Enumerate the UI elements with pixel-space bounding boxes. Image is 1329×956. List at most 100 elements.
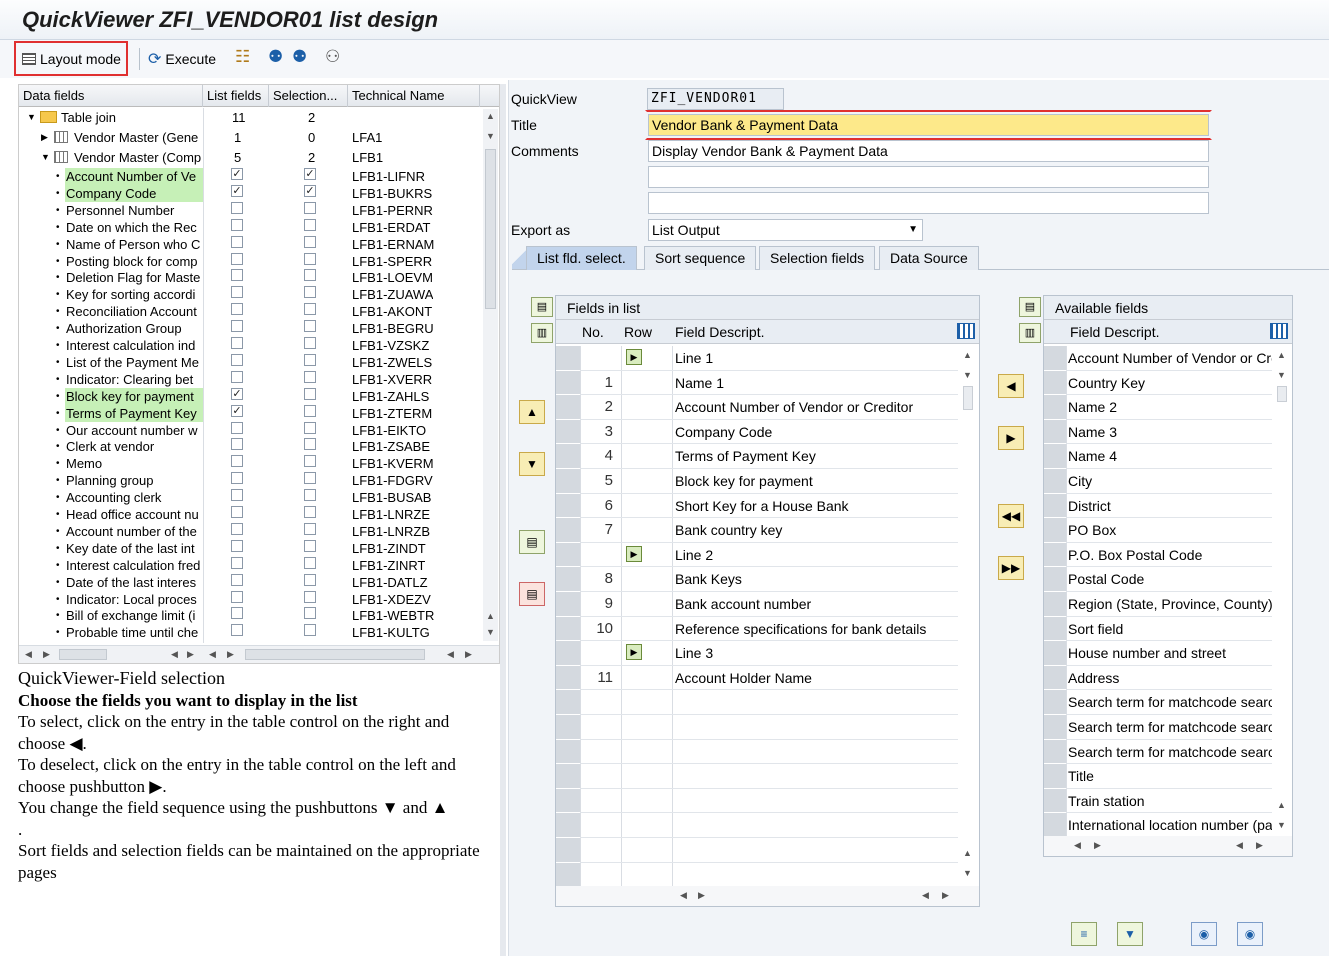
list-field-checkbox[interactable] <box>231 455 243 468</box>
list-field-checkbox[interactable] <box>231 522 243 535</box>
fields-in-list-row[interactable]: 8 Bank Keys <box>580 567 958 592</box>
fields-in-list-row[interactable]: ▶ Line 2 <box>580 543 958 568</box>
tree-field-row[interactable]: • Key date of the last int LFB1-ZINDT <box>19 539 481 557</box>
scroll-left-icon[interactable]: ◀ <box>1236 840 1243 851</box>
splitter[interactable] <box>500 84 506 956</box>
delete-line-button[interactable]: ▤ <box>519 582 545 606</box>
col-technical-name[interactable]: Technical Name <box>348 85 480 107</box>
row-selector[interactable] <box>556 616 580 642</box>
fields-in-list-row[interactable] <box>580 715 958 740</box>
tree-field-row[interactable]: • Deletion Flag for Maste LFB1-LOEVM <box>19 269 481 286</box>
layout-mode-button[interactable]: Layout mode <box>14 41 128 76</box>
row-selector[interactable] <box>1044 739 1066 765</box>
tree-field-row[interactable]: • Indicator: Local proces LFB1-XDEZV <box>19 590 481 608</box>
table-settings-icon[interactable] <box>1270 323 1288 339</box>
selection-field-checkbox[interactable]: ✓ <box>304 184 316 197</box>
tree-field-row[interactable]: • Block key for payment ✓ LFB1-ZAHLS <box>19 387 481 405</box>
row-selector[interactable] <box>1044 493 1066 519</box>
list-field-checkbox[interactable] <box>231 438 243 451</box>
deselect-all-icon[interactable]: ▥ <box>1019 323 1041 343</box>
selection-field-checkbox[interactable] <box>304 539 316 552</box>
available-field-row[interactable]: House number and street <box>1066 641 1272 666</box>
row-selector[interactable] <box>556 542 580 568</box>
col-no[interactable]: No. <box>582 320 604 344</box>
list-field-checkbox[interactable] <box>231 201 243 214</box>
selection-field-checkbox[interactable] <box>304 472 316 485</box>
scroll-left-icon[interactable]: ◀ <box>171 649 178 660</box>
available-field-row[interactable]: Name 4 <box>1066 444 1272 469</box>
tab-list-fld-select[interactable]: List fld. select. <box>526 246 637 270</box>
available-field-row[interactable]: P.O. Box Postal Code <box>1066 543 1272 568</box>
tree-field-row[interactable]: • Account Number of Ve ✓ ✓ LFB1-LIFNR <box>19 168 481 185</box>
selection-field-checkbox[interactable] <box>304 438 316 451</box>
row-selector[interactable] <box>1044 788 1066 814</box>
share-icon[interactable]: ⚇ <box>325 47 340 67</box>
tree-field-row[interactable]: • Personnel Number LFB1-PERNR <box>19 201 481 219</box>
fields-in-list-row[interactable] <box>580 838 958 863</box>
list-field-checkbox[interactable] <box>231 303 243 316</box>
selection-field-checkbox[interactable] <box>304 235 316 248</box>
available-field-row[interactable]: PO Box <box>1066 518 1272 543</box>
scroll-left-icon[interactable]: ◀ <box>922 890 929 901</box>
row-selector[interactable] <box>1044 469 1066 494</box>
tree-scrollbar[interactable]: ▲ ▼ ▲ ▼ <box>483 109 498 641</box>
scroll-thumb[interactable] <box>59 649 107 660</box>
selection-field-checkbox[interactable] <box>304 590 316 603</box>
tree-field-row[interactable]: • Posting block for comp LFB1-SPERR <box>19 252 481 270</box>
tree-field-row[interactable]: • Our account number w LFB1-EIKTO <box>19 421 481 439</box>
row-selector[interactable] <box>556 862 580 886</box>
row-selector[interactable] <box>556 567 580 592</box>
tab-sort-sequence[interactable]: Sort sequence <box>644 246 757 270</box>
list-field-checkbox[interactable] <box>231 489 243 502</box>
scroll-up-icon[interactable]: ▲ <box>486 611 495 621</box>
fields-in-list-row[interactable]: 4 Terms of Payment Key <box>580 444 958 469</box>
row-selector[interactable] <box>1044 690 1066 715</box>
col-field-descript[interactable]: Field Descript. <box>1070 320 1159 344</box>
selection-field-checkbox[interactable] <box>304 201 316 214</box>
available-field-row[interactable]: Postal Code <box>1066 567 1272 592</box>
row-selector[interactable] <box>1044 518 1066 543</box>
tree-hscrollbar[interactable]: ◀ ▶ ◀ ▶ ◀ ▶ ◀ ▶ <box>19 645 499 663</box>
insert-line-button[interactable]: ▤ <box>519 530 545 554</box>
row-selector[interactable] <box>556 518 580 543</box>
fields-in-list-row[interactable]: 1 Name 1 <box>580 371 958 396</box>
list-field-checkbox[interactable] <box>231 218 243 231</box>
row-selector[interactable] <box>1044 567 1066 592</box>
tree-field-row[interactable]: • Terms of Payment Key ✓ LFB1-ZTERM <box>19 404 481 422</box>
fields-in-list-row[interactable]: ▶ Line 1 <box>580 346 958 371</box>
tree-field-row[interactable]: • Authorization Group LFB1-BEGRU <box>19 320 481 337</box>
tree-field-row[interactable]: • List of the Payment Me LFB1-ZWELS <box>19 353 481 371</box>
tree-field-row[interactable]: • Indicator: Clearing bet LFB1-XVERR <box>19 370 481 388</box>
list-field-checkbox[interactable] <box>231 624 243 637</box>
selection-field-checkbox[interactable] <box>304 556 316 569</box>
scroll-down-icon[interactable]: ▼ <box>1277 820 1286 830</box>
selection-field-checkbox[interactable] <box>304 455 316 468</box>
export-as-select[interactable]: List Output ▼ <box>648 219 923 241</box>
filter-button[interactable]: ▼ <box>1117 922 1143 946</box>
row-selector[interactable] <box>556 813 580 838</box>
find-icon[interactable]: ⚉ <box>268 47 283 67</box>
sort-ascending-button[interactable]: ≡ <box>1071 922 1097 946</box>
row-selector[interactable] <box>1044 542 1066 568</box>
expand-icon[interactable]: ▼ <box>27 109 36 126</box>
add-all-button[interactable]: ◀◀ <box>998 504 1024 528</box>
selection-field-checkbox[interactable] <box>304 252 316 265</box>
remove-field-button[interactable]: ▶ <box>998 426 1024 450</box>
tree-field-row[interactable]: • Clerk at vendor LFB1-ZSABE <box>19 438 481 455</box>
list-field-checkbox[interactable] <box>231 337 243 349</box>
remove-all-button[interactable]: ▶▶ <box>998 556 1024 580</box>
row-selector[interactable] <box>556 838 580 863</box>
af-scrollbar[interactable]: ▲ ▼ ▲ ▼ <box>1273 346 1291 836</box>
selection-field-checkbox[interactable] <box>304 624 316 637</box>
list-field-checkbox[interactable] <box>231 472 243 485</box>
fields-in-list-row[interactable]: ▶ Line 3 <box>580 641 958 666</box>
list-field-checkbox[interactable] <box>231 573 243 586</box>
row-selector[interactable] <box>556 419 580 445</box>
available-field-row[interactable]: Search term for matchcode search <box>1066 690 1272 715</box>
scroll-right-icon[interactable]: ▶ <box>698 890 705 901</box>
scroll-thumb[interactable] <box>245 649 425 660</box>
table-settings-icon[interactable] <box>957 323 975 339</box>
selection-field-checkbox[interactable] <box>304 218 316 231</box>
fields-in-list-row[interactable]: 10 Reference specifications for bank deta… <box>580 617 958 642</box>
tree-node-table-join[interactable]: ▼ Table join 11 2 <box>19 109 481 126</box>
